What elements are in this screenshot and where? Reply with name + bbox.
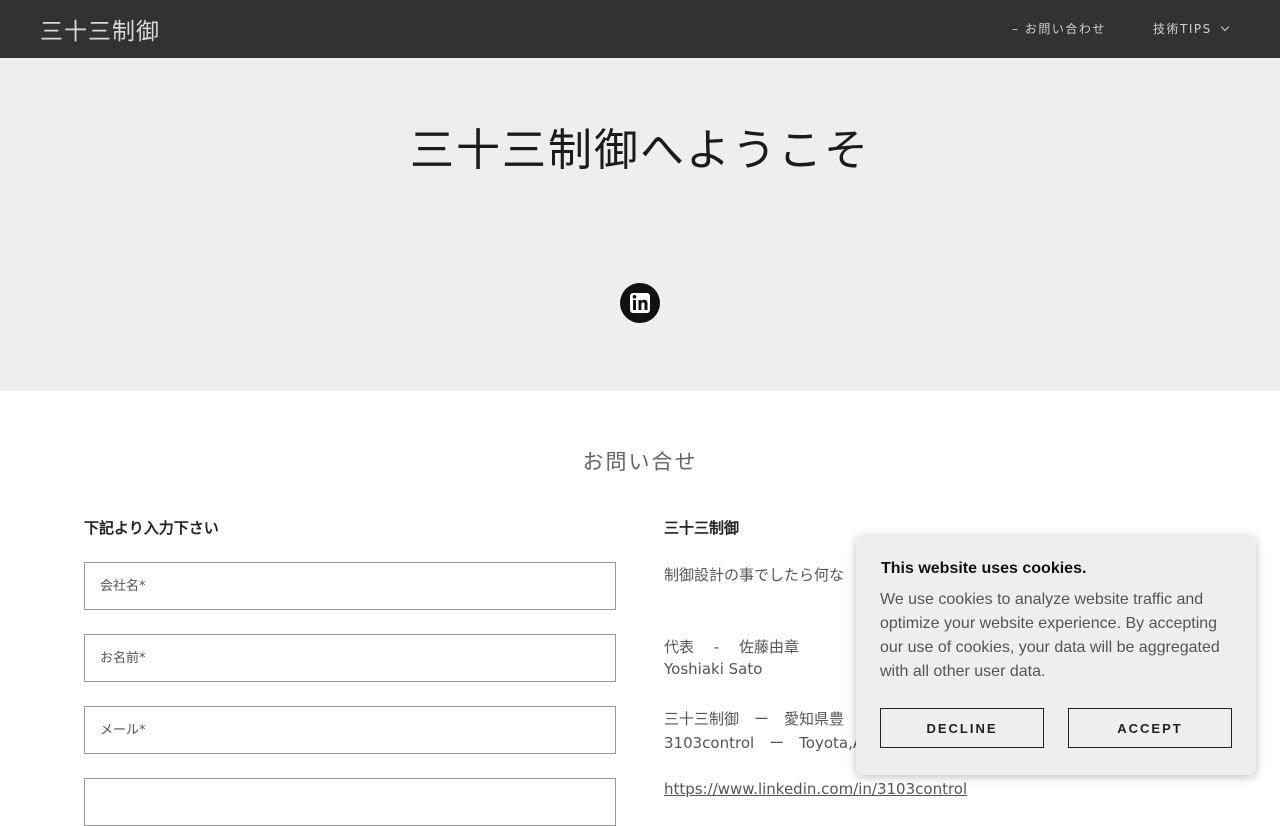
hero-title: 三十三制御へようこそ bbox=[410, 125, 870, 176]
linkedin-icon[interactable] bbox=[620, 283, 660, 323]
site-logo[interactable]: 三十三制御 bbox=[40, 12, 160, 46]
hero-section: 三十三制御へようこそ bbox=[0, 58, 1280, 391]
top-nav-bar: 三十三制御 – お問い合わせ 技術TIPS bbox=[0, 0, 1280, 58]
linkedin-profile-link[interactable]: https://www.linkedin.com/in/3103control bbox=[664, 780, 967, 798]
phone-field[interactable] bbox=[84, 778, 616, 826]
name-field[interactable] bbox=[84, 634, 616, 682]
company-name-field[interactable] bbox=[84, 562, 616, 610]
nav-contact-link[interactable]: – お問い合わせ bbox=[1012, 20, 1106, 37]
nav-tips-dropdown[interactable]: 技術TIPS bbox=[1153, 20, 1229, 37]
representative-jp: 代表 - 佐藤由章 bbox=[664, 638, 799, 656]
contact-section-title: お問い合せ bbox=[582, 450, 698, 474]
decline-cookies-button[interactable]: DECLINE bbox=[880, 708, 1044, 748]
cookie-banner-body: We use cookies to analyze website traffi… bbox=[880, 591, 1220, 680]
chevron-down-icon bbox=[1220, 22, 1229, 32]
cookie-consent-banner: This website uses cookies. We use cookie… bbox=[856, 536, 1256, 775]
address-en: 3103control ー Toyota,A bbox=[664, 734, 864, 752]
company-info-name: 三十三制御 bbox=[664, 519, 740, 537]
company-tagline: 制御設計の事でしたら何な bbox=[664, 566, 845, 584]
cookie-banner-title: This website uses cookies. bbox=[881, 560, 1087, 577]
representative-en: Yoshiaki Sato bbox=[664, 660, 763, 678]
address-jp: 三十三制御 ー 愛知県豊 bbox=[664, 710, 845, 728]
nav-tips-label: 技術TIPS bbox=[1153, 22, 1212, 36]
form-heading: 下記より入力下さい bbox=[84, 519, 219, 537]
accept-cookies-button[interactable]: ACCEPT bbox=[1068, 708, 1232, 748]
email-field[interactable] bbox=[84, 706, 616, 754]
nav-contact-label: – お問い合わせ bbox=[1012, 22, 1106, 36]
